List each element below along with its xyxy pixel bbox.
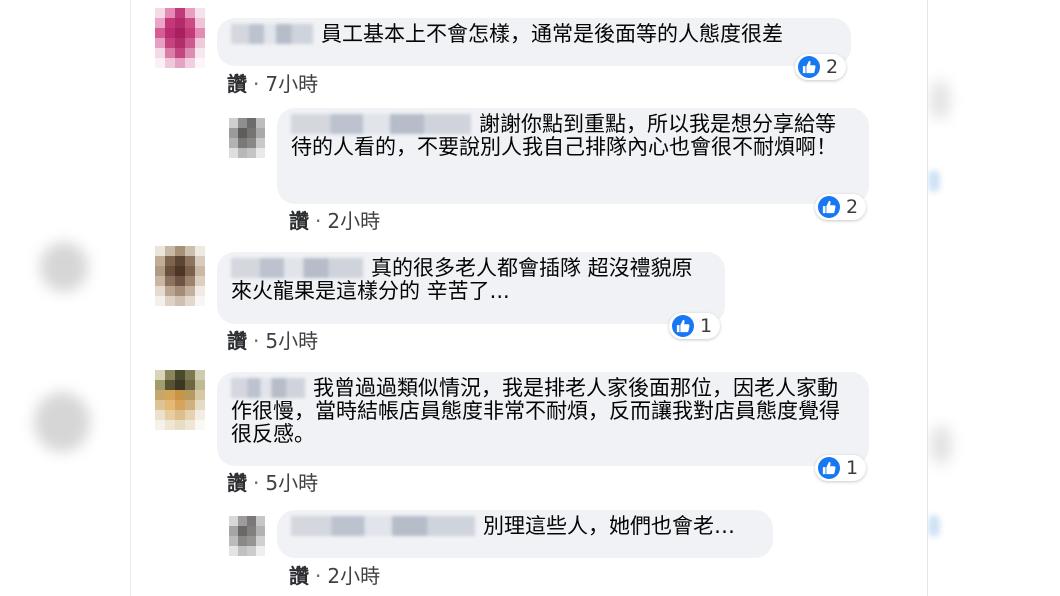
blurred-background-avatar — [40, 242, 88, 292]
like-button[interactable]: 讚 — [289, 209, 309, 233]
timestamp[interactable]: 5小時 — [265, 329, 318, 353]
comment-bubble: 真的很多老人都會插隊 超沒禮貌原來火龍果是這樣分的 辛苦了... — [217, 252, 725, 324]
avatar[interactable] — [229, 516, 265, 556]
reaction-count[interactable]: 1 — [669, 313, 721, 339]
comment-thread: 員工基本上不會怎樣，通常是後面等的人態度很差 讚 · 7小時 2 謝謝你點到重點，所… — [130, 0, 928, 596]
like-thumb-icon — [672, 315, 694, 337]
commenter-name[interactable] — [231, 24, 313, 44]
reaction-count[interactable]: 2 — [815, 194, 867, 220]
separator-dot: · — [253, 471, 260, 495]
timestamp[interactable]: 2小時 — [327, 564, 380, 588]
like-button[interactable]: 讚 — [227, 471, 247, 495]
comment-bubble: 謝謝你點到重點，所以我是想分享給等待的人看的，不要說別人我自己排隊內心也會很不耐… — [277, 108, 869, 204]
separator-dot: · — [315, 209, 322, 233]
avatar[interactable] — [155, 246, 205, 306]
like-thumb-icon — [818, 457, 840, 479]
avatar[interactable] — [155, 8, 205, 68]
comment-text: 別理這些人，她們也會老… — [483, 514, 735, 538]
timestamp[interactable]: 5小時 — [265, 471, 318, 495]
reaction-number: 2 — [826, 56, 839, 78]
comment-text: 我曾過過類似情況，我是排老人家後面那位，因老人家動作很慢，當時結帳店員態度非常不… — [231, 376, 840, 446]
blurred-background-avatar — [34, 392, 90, 452]
avatar[interactable] — [229, 118, 265, 158]
separator-dot: · — [315, 564, 322, 588]
reaction-number: 1 — [700, 315, 713, 337]
timestamp[interactable]: 2小時 — [327, 209, 380, 233]
reaction-number: 2 — [846, 196, 859, 218]
comment-meta: 讚 · 2小時 — [289, 560, 380, 589]
commenter-name[interactable] — [231, 378, 305, 398]
like-button[interactable]: 讚 — [227, 329, 247, 353]
comment-meta: 讚 · 5小時 — [227, 325, 318, 354]
reaction-count[interactable]: 1 — [815, 455, 867, 481]
commenter-name[interactable] — [231, 258, 363, 278]
like-button[interactable]: 讚 — [289, 564, 309, 588]
like-thumb-icon — [818, 196, 840, 218]
blurred-background-shape — [930, 425, 952, 465]
commenter-name[interactable] — [291, 516, 475, 536]
comment-bubble: 我曾過過類似情況，我是排老人家後面那位，因老人家動作很慢，當時結帳店員態度非常不… — [217, 372, 869, 466]
reaction-count[interactable]: 2 — [795, 54, 847, 80]
comment-bubble: 別理這些人，她們也會老… — [277, 510, 773, 558]
separator-dot: · — [253, 72, 260, 96]
reaction-number: 1 — [846, 457, 859, 479]
separator-dot: · — [253, 329, 260, 353]
comment-meta: 讚 · 2小時 — [289, 205, 380, 234]
like-thumb-icon — [798, 56, 820, 78]
avatar[interactable] — [155, 370, 205, 430]
comment-text: 員工基本上不會怎樣，通常是後面等的人態度很差 — [321, 22, 783, 46]
like-button[interactable]: 讚 — [227, 72, 247, 96]
comment-meta: 讚 · 7小時 — [227, 68, 318, 97]
timestamp[interactable]: 7小時 — [265, 72, 318, 96]
commenter-name[interactable] — [291, 114, 471, 134]
blurred-background-shape — [930, 80, 950, 120]
blurred-background-shape — [928, 515, 940, 537]
comment-bubble: 員工基本上不會怎樣，通常是後面等的人態度很差 — [217, 18, 851, 66]
blurred-background-shape — [928, 170, 940, 192]
comment-meta: 讚 · 5小時 — [227, 467, 318, 496]
